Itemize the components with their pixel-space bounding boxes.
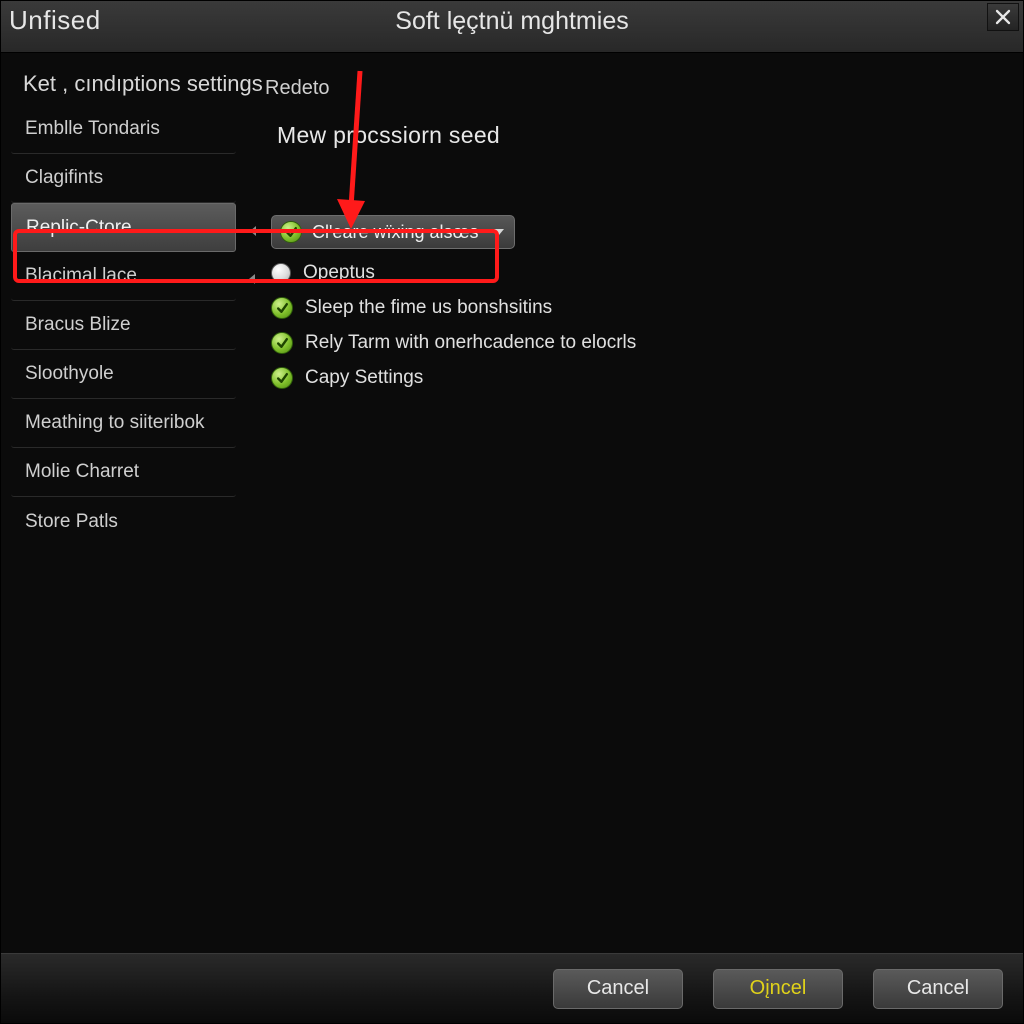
chevron-down-icon (494, 229, 504, 235)
sub-label-redeto: Redeto (265, 77, 1003, 100)
check-icon (280, 221, 302, 243)
chevron-left-icon (249, 274, 255, 284)
dropdown-label: Cl'eare wïxing alsœs (312, 222, 478, 243)
mode-dropdown[interactable]: Cl'eare wïxing alsœs (271, 215, 515, 249)
titlebar-left-label: Unfised (9, 5, 101, 36)
sidebar-item-label: Emblle Tondaris (25, 118, 160, 140)
option-label: Rely Tarm with onerhcadence to elocrls (305, 332, 636, 354)
sidebar: Emblle Tondaris Clagifints Replic-Ctore … (11, 105, 236, 546)
radio-icon (271, 263, 291, 283)
check-icon (271, 332, 293, 354)
dialog-body: Ket , cındıptions settings Emblle Tondar… (1, 53, 1023, 953)
sidebar-item-label: Sloothyole (25, 363, 114, 385)
dialog-footer: Cancel Oįncel Cancel (1, 953, 1023, 1023)
button-label: Cancel (907, 977, 969, 1000)
button-label: Cancel (587, 977, 649, 1000)
option-label: Capy Settings (305, 367, 423, 389)
chevron-left-icon (250, 226, 256, 236)
check-icon (271, 367, 293, 389)
sidebar-item-5[interactable]: Sloothyole (11, 350, 236, 399)
option-row-2[interactable]: Rely Tarm with onerhcadence to elocrls (271, 332, 1003, 354)
option-row-3[interactable]: Capy Settings (271, 367, 1003, 389)
sidebar-item-label: Bracus Blize (25, 314, 131, 336)
options-list: Cl'eare wïxing alsœs Opeptus Sleep the f… (271, 215, 1003, 389)
section-heading: Mew procssiorn seed (277, 122, 1003, 149)
sidebar-item-6[interactable]: Meathing to siiteribok (11, 399, 236, 448)
option-dropdown-row: Cl'eare wïxing alsœs (271, 215, 1003, 249)
sidebar-item-3[interactable]: Blacimal lace (11, 252, 236, 301)
option-label: Opeptus (303, 262, 375, 284)
option-row-0[interactable]: Opeptus (271, 262, 1003, 284)
titlebar: Unfised Soft lęçtnü mghtmies (1, 1, 1023, 53)
sidebar-item-label: Blacimal lace (25, 265, 137, 287)
settings-dialog: Unfised Soft lęçtnü mghtmies Ket , cındı… (0, 0, 1024, 1024)
close-button[interactable] (987, 3, 1019, 31)
sidebar-item-label: Store Patls (25, 511, 118, 533)
check-icon (271, 297, 293, 319)
sidebar-item-8[interactable]: Store Patls (11, 497, 236, 546)
dialog-title: Soft lęçtnü mghtmies (395, 7, 628, 36)
sidebar-item-label: Clagifints (25, 167, 103, 189)
sidebar-item-4[interactable]: Bracus Blize (11, 301, 236, 350)
option-label: Sleep the fime us bonshsitins (305, 297, 552, 319)
ok-button[interactable]: Oįncel (713, 969, 843, 1009)
button-label: Oįncel (750, 977, 807, 1000)
main-panel: Redeto Mew procssiorn seed Cl'eare wïxin… (257, 77, 1003, 389)
sidebar-item-1[interactable]: Clagifints (11, 154, 236, 203)
option-row-1[interactable]: Sleep the fime us bonshsitins (271, 297, 1003, 319)
sidebar-item-0[interactable]: Emblle Tondaris (11, 105, 236, 154)
cancel-button[interactable]: Cancel (553, 969, 683, 1009)
sidebar-item-7[interactable]: Molie Charret (11, 448, 236, 497)
sidebar-item-label: Molie Charret (25, 461, 139, 483)
sidebar-item-label: Replic-Ctore (26, 217, 132, 239)
close-icon (995, 9, 1011, 25)
cancel-button-2[interactable]: Cancel (873, 969, 1003, 1009)
sidebar-item-label: Meathing to siiteribok (25, 412, 205, 434)
sidebar-item-2[interactable]: Replic-Ctore (11, 203, 236, 252)
